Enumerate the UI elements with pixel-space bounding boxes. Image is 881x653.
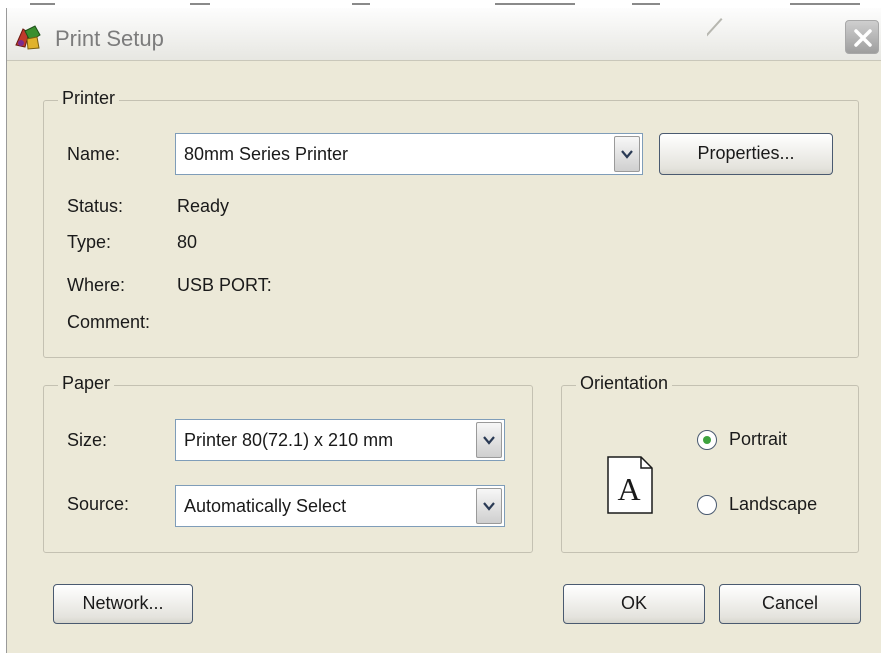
size-label: Size: (67, 430, 108, 450)
chevron-down-icon[interactable] (476, 488, 502, 524)
portrait-page-icon: A (607, 456, 653, 514)
status-value: Ready (177, 196, 230, 216)
source-label: Source: (67, 494, 130, 514)
chevron-down-icon[interactable] (614, 136, 640, 172)
title-tab-edge (707, 18, 867, 60)
properties-button[interactable]: Properties... (659, 133, 833, 175)
cancel-button[interactable]: Cancel (719, 584, 861, 624)
landscape-radio[interactable] (697, 495, 717, 515)
window-title: Print Setup (55, 26, 164, 51)
paper-source-value: Automatically Select (184, 496, 347, 516)
network-button[interactable]: Network... (53, 584, 193, 624)
comment-label: Comment: (67, 312, 151, 332)
close-icon (854, 29, 872, 47)
background-window-strip (0, 0, 881, 8)
where-label: Where: (67, 275, 126, 295)
type-value: 80 (177, 232, 198, 252)
printer-name-dropdown[interactable]: 80mm Series Printer (175, 133, 643, 175)
paper-size-value: Printer 80(72.1) x 210 mm (184, 430, 394, 450)
ok-button[interactable]: OK (563, 584, 705, 624)
orientation-group-label: Orientation (576, 373, 673, 394)
title-bar[interactable]: Print Setup (7, 8, 881, 61)
printer-group-label: Printer (58, 88, 120, 109)
chevron-down-icon[interactable] (476, 422, 502, 458)
landscape-label[interactable]: Landscape (729, 494, 817, 515)
printer-app-icon (13, 23, 43, 51)
print-setup-dialog: Print Setup Printer Name: 80mm Series Pr… (6, 8, 881, 653)
paper-source-dropdown[interactable]: Automatically Select (175, 485, 505, 527)
preview-letter: A (617, 471, 640, 507)
type-label: Type: (67, 232, 112, 252)
paper-size-dropdown[interactable]: Printer 80(72.1) x 210 mm (175, 419, 505, 461)
status-label: Status: (67, 196, 124, 216)
close-button[interactable] (845, 20, 879, 54)
name-label: Name: (67, 144, 121, 164)
paper-group-label: Paper (58, 373, 115, 394)
paper-group: Paper (43, 373, 533, 553)
orientation-group: Orientation (561, 373, 859, 553)
portrait-radio[interactable] (697, 430, 717, 450)
portrait-label[interactable]: Portrait (729, 429, 787, 450)
printer-name-value: 80mm Series Printer (184, 144, 349, 164)
where-value: USB PORT: (177, 275, 272, 295)
